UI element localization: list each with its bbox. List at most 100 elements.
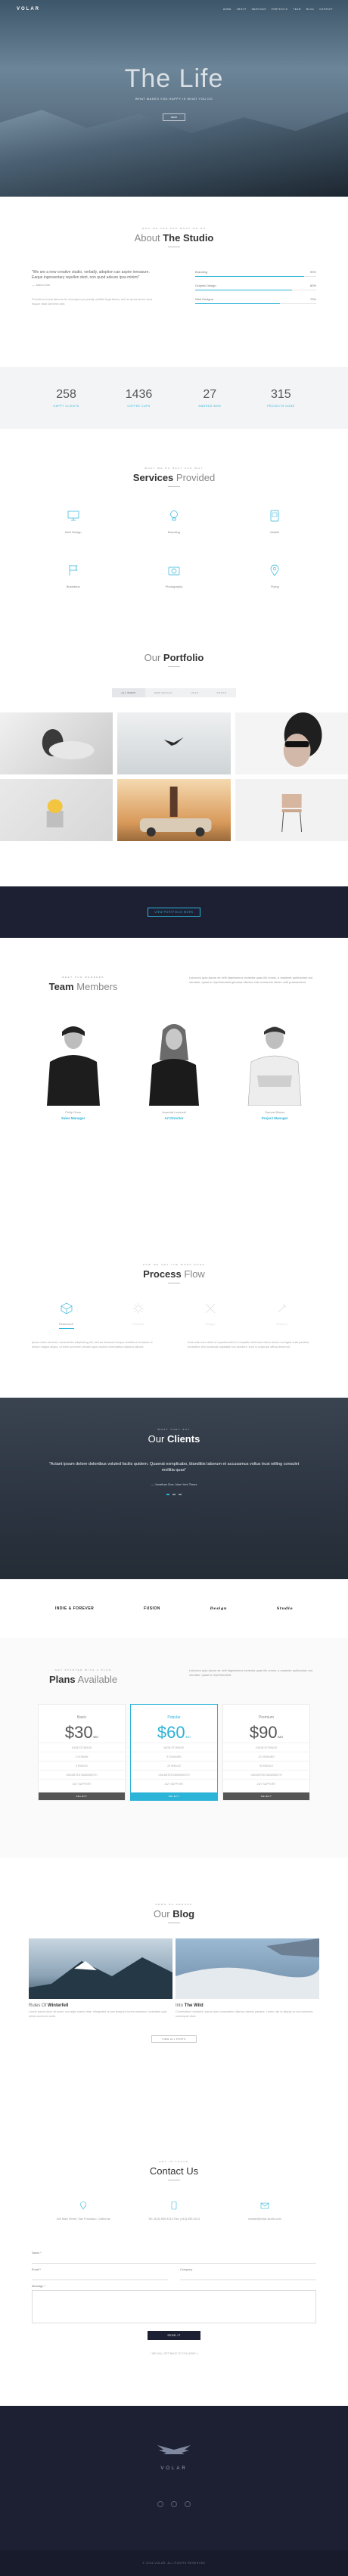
portfolio-item-car[interactable] [117,779,231,841]
monitor-icon [67,511,79,521]
portfolio-section: Our Portfolio ALL WORK WEB DESIGN LOGO P… [0,641,348,886]
portfolio-title: Our Portfolio [144,652,204,663]
service-flying[interactable]: Flying [225,564,325,588]
counter-coffee: 1436 COFFEE CUPS [125,388,153,408]
service-photography[interactable]: Photography [123,564,224,588]
member-photo [139,1015,208,1106]
contact-address: 145 Main Street, San Francisco, Californ… [42,2200,125,2221]
filter-logo[interactable]: LOGO [181,688,208,697]
client-logo: INDIE & FOREVER [54,1606,95,1611]
counter-awards: 27 AWARDS WON [198,388,222,408]
email-field[interactable] [32,2271,168,2280]
sun-icon [132,1303,144,1314]
team-member[interactable]: Philip Gram Sales Manager [36,1015,111,1120]
contact-section: GET IN TOUCH Contact Us 145 Main Street,… [0,2115,348,2406]
twitter-icon[interactable] [171,2501,177,2507]
view-all-posts-button[interactable]: VIEW ALL POSTS [151,2035,197,2043]
portfolio-item-chair[interactable] [235,779,348,841]
blog-post[interactable]: Into The Wild Consectetur hendrerit, ips… [176,1938,319,2019]
filter-photo[interactable]: PHOTO [207,688,236,697]
service-branding[interactable]: Branding [123,510,224,534]
portfolio-item-watch[interactable] [0,712,113,774]
cta-section: VIEW PORTFOLIO WORK [0,886,348,938]
client-logo: FUSION [144,1606,160,1611]
portfolio-item-bird[interactable] [117,712,231,774]
facebook-icon[interactable] [157,2501,163,2507]
hero-button[interactable]: READ [163,113,185,121]
contact-phone: Tel: (415) 555 4213 Fax: (415) 555 4214 [132,2200,216,2221]
post-image [29,1938,172,1999]
pager-dot[interactable] [166,1494,169,1495]
team-member[interactable]: Samuel Blazer Project Manager [237,1015,312,1120]
message-field[interactable] [32,2290,316,2323]
plans-kicker: GET STARTED WITH A PLAN [54,1668,112,1671]
select-plan-button[interactable]: SELECT [223,1792,309,1800]
counter-projects: 315 PROJECTS DONE [267,388,295,408]
nav-item-blog[interactable]: BLOG [306,8,314,11]
step-delivery[interactable]: Delivery [252,1302,312,1329]
hero-title: The Life [124,64,224,93]
service-web-design[interactable]: Web Design [23,510,123,534]
select-plan-button[interactable]: SELECT [39,1792,125,1800]
portfolio-item-glasses[interactable] [235,712,348,774]
site-logo[interactable]: VOLAR [17,7,40,11]
hero-section: VOLAR HOME ABOUT SERVICES PORTFOLIO TEAM… [0,0,348,197]
flag-icon [69,565,78,576]
portfolio-filters: ALL WORK WEB DESIGN LOGO PHOTO [0,688,348,697]
main-menu: HOME ABOUT SERVICES PORTFOLIO TEAM BLOG … [223,8,333,11]
nav-item-team[interactable]: TEAM [294,8,301,11]
nav-item-contact[interactable]: CONTACT [319,8,333,11]
contact-kicker: GET IN TOUCH [159,2160,189,2163]
blog-post[interactable]: Rules Of Winterfell Lorem ipsum dolor si… [29,1938,172,2019]
pager-dot[interactable] [172,1494,176,1495]
nav-item-services[interactable]: SERVICES [252,8,266,11]
contact-note: * WE WILL GET BACK TO YOU ASAP :) [150,2352,198,2355]
testimonial-pager [0,1494,348,1495]
pager-dot[interactable] [179,1494,182,1495]
nav-item-home[interactable]: HOME [223,8,231,11]
nav-item-portfolio[interactable]: PORTFOLIO [272,8,288,11]
divider [168,666,180,667]
portfolio-item-lemon[interactable] [0,779,113,841]
about-section: WHO WE ARE AND WHAT WE DO About The Stud… [0,197,348,367]
divider [168,486,180,487]
copyright: © 2016 VOLAR. ALL RIGHTS RESERVED [0,2550,348,2576]
services-title: Services Provided [132,472,216,483]
clients-kicker: WHAT THEY SAY [157,1428,191,1431]
name-field[interactable] [32,2255,316,2264]
step-concept[interactable]: Concept [108,1302,169,1329]
skill-bar: Branding 90% [195,270,316,277]
team-kicker: MEET OUR MEMBERS [62,976,104,979]
step-design[interactable]: Design [180,1302,241,1329]
location-icon [80,2201,86,2210]
client-logo: Design [210,1606,228,1611]
plans-text: Laborum quia ipsum sit velit dignissimos… [189,1668,312,1677]
view-portfolio-button[interactable]: VIEW PORTFOLIO WORK [148,908,200,917]
select-plan-button[interactable]: SELECT [131,1792,217,1800]
clients-title: Our Clients [148,1433,200,1445]
skill-bar: Graphic Design 80% [195,284,316,290]
skill-bar: Web Designe 70% [195,297,316,304]
company-field[interactable] [180,2271,316,2280]
filter-all[interactable]: ALL WORK [112,688,145,697]
service-illustration[interactable]: Illustration [23,564,123,588]
services-section: WHAT WE DO BEST AND WHY Services Provide… [0,429,348,641]
member-photo [39,1015,107,1106]
rocket-icon [278,1305,285,1313]
step-research[interactable]: Reasearch [36,1302,97,1329]
team-member[interactable]: Amanda Lewinski Art Director [136,1015,212,1120]
services-kicker: WHAT WE DO BEST AND WHY [144,467,204,470]
nav-item-about[interactable]: ABOUT [237,8,247,11]
team-title: Team Members [48,981,118,992]
filter-web-design[interactable]: WEB DESIGN [144,688,182,697]
phone-icon [171,2201,177,2210]
member-photo [241,1015,309,1106]
about-title: About The Studio [134,232,214,244]
dribbble-icon[interactable] [185,2501,191,2507]
contact-form: Name * Email * Company Message * SEND IT [0,2252,348,2340]
service-mobile[interactable]: Mobile [225,510,325,534]
process-text-right: Duis aute irure dolor in reprehenderit i… [188,1341,310,1349]
send-button[interactable]: SEND IT [148,2331,200,2340]
tablet-icon [270,510,279,522]
process-section: HOW WE GET THE WORK DONE Process Flow Re… [0,1233,348,1398]
